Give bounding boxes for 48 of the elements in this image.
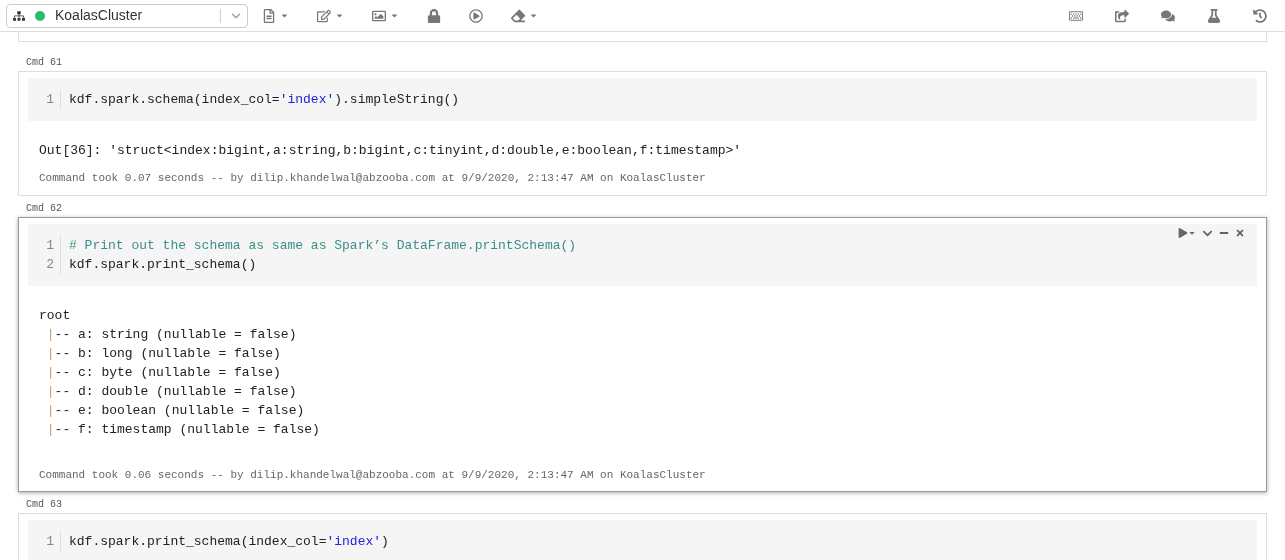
eraser-icon <box>511 8 525 23</box>
caret-icon <box>335 11 344 20</box>
close-button[interactable] <box>1235 228 1245 238</box>
code-line: kdf.spark.schema(index_col='index').simpleString() <box>69 91 460 109</box>
comments-icon <box>1161 8 1175 23</box>
code-editor[interactable]: 1 2 # Print out the schema as same as Spark’s DataFrame.printSchema() kdf.spark.print_schema() <box>28 223 1257 286</box>
cell-label: Cmd 62 <box>26 201 62 215</box>
code-line: kdf.spark.print_schema() <box>69 255 257 274</box>
edit-icon <box>317 8 331 23</box>
sitemap-icon <box>13 9 25 22</box>
output-line: |-- d: double (nullable = false) <box>45 382 297 401</box>
chevron-down-icon <box>231 10 241 21</box>
line-number: 1 <box>46 236 54 255</box>
run-icon <box>1178 228 1188 238</box>
caret-icon <box>1188 229 1196 237</box>
output-line: |-- a: string (nullable = false) <box>45 325 297 344</box>
output-line: |-- c: byte (nullable = false) <box>45 363 281 382</box>
code-editor[interactable]: 1 kdf.spark.print_schema(index_col='index') <box>28 520 1257 560</box>
line-number: 1 <box>46 533 54 551</box>
output-line: |-- b: long (nullable = false) <box>45 344 281 363</box>
lock-icon <box>427 8 441 23</box>
share-icon <box>1115 8 1129 23</box>
cluster-selector[interactable]: KoalasCluster <box>6 3 248 28</box>
play-icon <box>469 8 483 23</box>
caret-icon <box>280 11 289 20</box>
line-number: 1 <box>46 91 54 109</box>
output-line: |-- e: boolean (nullable = false) <box>45 401 305 420</box>
cluster-name: KoalasCluster <box>55 6 144 25</box>
flask-icon <box>1207 8 1221 23</box>
code-editor[interactable]: 1 kdf.spark.schema(index_col='index').simpleString() <box>28 78 1257 121</box>
caret-icon <box>390 11 399 20</box>
image-icon <box>372 8 386 23</box>
history-icon <box>1253 8 1267 23</box>
output-line: |-- f: timestamp (nullable = false) <box>45 420 320 439</box>
file-icon <box>262 8 276 23</box>
close-icon <box>1235 228 1245 238</box>
cell-label: Cmd 61 <box>26 56 62 69</box>
cell-label: Cmd 63 <box>26 498 62 511</box>
run-menu-button[interactable] <box>1178 228 1196 238</box>
output-line: Out[36]: 'struct<index:bigint,a:string,b:bigint,c:tinyint,d:double,e:boolean,f:timestamp>' <box>39 142 742 160</box>
code-line: kdf.spark.print_schema(index_col='index') <box>69 533 389 551</box>
command-footer: Command took 0.06 seconds -- by dilip.khandelwal@abzooba.com at 9/9/2020, 2:13:47 AM on KoalasCluster <box>19 466 1266 483</box>
caret-icon <box>529 11 538 20</box>
output-line: root <box>39 306 71 325</box>
keyboard-icon <box>1069 8 1083 23</box>
command-footer: Command took 0.07 seconds -- by dilip.khandelwal@abzooba.com at 9/9/2020, 2:13:47 AM on KoalasCluster <box>19 170 1266 187</box>
code-line: # Print out the schema as same as Spark’s DataFrame.printSchema() <box>69 236 577 255</box>
line-number: 2 <box>46 255 54 274</box>
